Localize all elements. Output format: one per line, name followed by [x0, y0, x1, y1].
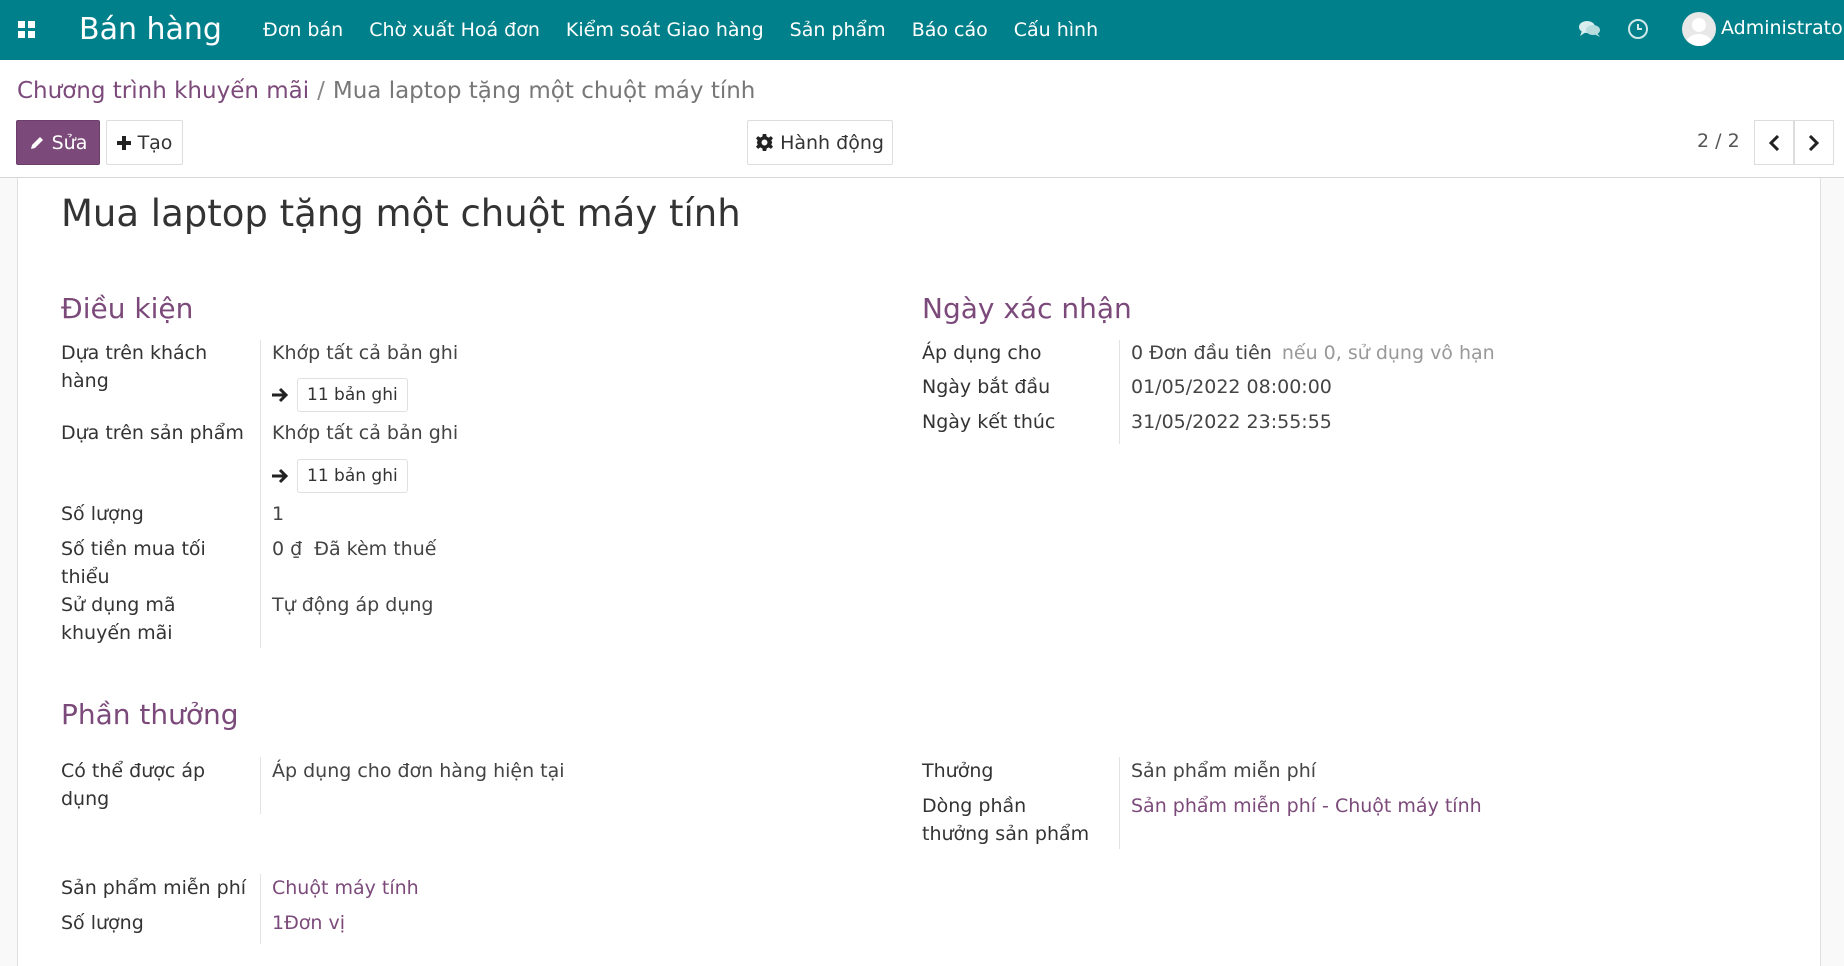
reward-type-label: Thưởng [922, 760, 994, 782]
menu-item-delivery[interactable]: Kiểm soát Giao hàng [553, 0, 777, 60]
end-date-value: 31/05/2022 23:55:55 [1131, 411, 1332, 433]
form-sheet [17, 178, 1821, 966]
user-menu[interactable]: Administrator [1721, 17, 1844, 39]
menu-item-orders[interactable]: Đơn bán [250, 0, 356, 60]
app-brand[interactable]: Bán hàng [79, 12, 222, 47]
customer-records-button[interactable]: 11 bản ghi [297, 378, 408, 412]
apps-grid-icon[interactable] [18, 21, 36, 39]
menu-item-products[interactable]: Sản phẩm [777, 0, 899, 60]
validity-divider [1119, 340, 1120, 444]
breadcrumb: Chương trình khuyến mãi / Mua laptop tặng … [17, 78, 755, 104]
end-date-label: Ngày kết thúc [922, 411, 1056, 433]
breadcrumb-parent[interactable]: Chương trình khuyến mãi [17, 78, 309, 104]
customer-rule-value: Khớp tất cả bản ghi [272, 342, 459, 364]
menu-item-to-invoice[interactable]: Chờ xuất Hoá đơn [356, 0, 553, 60]
reward-quantity-value: 1Đơn vị [272, 912, 346, 934]
customer-rule-label: Dựa trên khách hàng [61, 342, 208, 392]
applicable-on-label: Có thể được áp dụng [61, 760, 206, 810]
apply-on-hint: nếu 0, sử dụng vô hạn [1281, 342, 1495, 364]
min-amount-number: 0 ₫ [272, 538, 303, 560]
edit-button-label: Sửa [51, 131, 88, 154]
promo-code-usage-value: Tự động áp dụng [272, 594, 434, 616]
chevron-right-icon [1808, 134, 1820, 151]
pager-counter[interactable]: 2 / 2 [1697, 130, 1740, 152]
free-product-label: Sản phẩm miễn phí [61, 877, 247, 899]
breadcrumb-current: Mua laptop tặng một chuột máy tính [332, 78, 756, 104]
action-button-label: Hành động [780, 131, 884, 154]
product-records-tag[interactable]: 11 bản ghi [271, 459, 408, 493]
product-rule-value: Khớp tất cả bản ghi [272, 422, 459, 444]
top-navbar: Bán hàng Đơn bán Chờ xuất Hoá đơn Kiểm s… [0, 0, 1844, 60]
promo-code-usage-label: Sử dụng mã khuyến mãi [61, 594, 176, 644]
chat-icon[interactable] [1578, 19, 1602, 39]
edit-button[interactable]: Sửa [16, 120, 100, 165]
reward-quantity-label: Số lượng [61, 912, 144, 934]
gear-icon [756, 134, 774, 151]
customer-records-tag[interactable]: 11 bản ghi [271, 378, 408, 412]
product-rule-label: Dựa trên sản phẩm [61, 422, 244, 444]
conditions-heading: Điều kiện [61, 292, 194, 325]
reward-divider [1119, 757, 1120, 849]
quantity-value: 1 [272, 503, 285, 525]
control-panel: Chương trình khuyến mãi / Mua laptop tặng … [0, 60, 1844, 178]
start-date-value: 01/05/2022 08:00:00 [1131, 376, 1332, 398]
arrow-right-icon [272, 387, 289, 403]
apply-on-label: Áp dụng cho [922, 342, 1042, 364]
validity-heading: Ngày xác nhận [922, 292, 1132, 325]
free-product-divider [260, 874, 261, 944]
min-amount-tax-note: Đã kèm thuế [314, 538, 437, 560]
create-button-label: Tạo [137, 131, 173, 154]
pencil-icon [30, 136, 43, 149]
pager-previous-button[interactable] [1754, 120, 1794, 165]
menu-item-configuration[interactable]: Cấu hình [1001, 0, 1111, 60]
main-menu: Đơn bán Chờ xuất Hoá đơn Kiểm soát Giao … [250, 0, 1111, 60]
plus-icon [116, 135, 131, 150]
conditions-divider [260, 340, 261, 648]
reward-line-label: Dòng phần thưởng sản phẩm [922, 795, 1090, 845]
reward-line-link[interactable]: Sản phẩm miễn phí - Chuột máy tính [1131, 792, 1482, 820]
min-amount-value: 0 ₫ Đã kèm thuế [272, 535, 436, 563]
clock-icon[interactable] [1627, 18, 1649, 40]
rewards-heading: Phần thưởng [61, 698, 239, 731]
apply-on-number: 0 Đơn đầu tiên [1131, 342, 1272, 364]
pager-next-button[interactable] [1794, 120, 1834, 165]
arrow-right-icon [272, 468, 289, 484]
applicable-on-value: Áp dụng cho đơn hàng hiện tại [272, 760, 565, 782]
quantity-label: Số lượng [61, 503, 144, 525]
product-records-button[interactable]: 11 bản ghi [297, 459, 408, 493]
start-date-label: Ngày bắt đầu [922, 376, 1051, 398]
apply-on-value: 0 Đơn đầu tiên nếu 0, sử dụng vô hạn [1131, 339, 1495, 367]
applicable-divider [260, 757, 261, 814]
action-dropdown-button[interactable]: Hành động [747, 120, 893, 165]
breadcrumb-separator: / [317, 78, 325, 104]
create-button[interactable]: Tạo [106, 120, 183, 165]
chevron-left-icon [1768, 134, 1780, 151]
menu-item-reports[interactable]: Báo cáo [899, 0, 1001, 60]
avatar[interactable] [1682, 12, 1716, 46]
min-amount-label: Số tiền mua tối thiểu [61, 538, 206, 588]
reward-type-value: Sản phẩm miễn phí [1131, 760, 1317, 782]
record-title: Mua laptop tặng một chuột máy tính [61, 192, 741, 235]
free-product-link[interactable]: Chuột máy tính [272, 874, 419, 902]
